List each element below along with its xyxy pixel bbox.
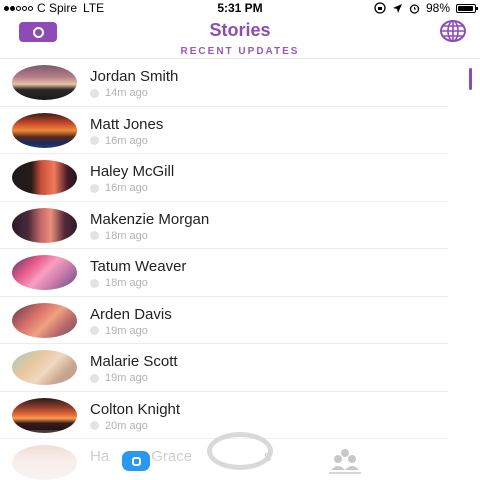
story-name: Makenzie Morgan [90,210,210,228]
status-dot-icon [90,373,99,383]
story-time: 16m ago [105,134,148,147]
story-name-middle: Grace [151,448,193,465]
status-dot-icon [90,88,99,98]
rotation-lock-icon [374,2,386,14]
status-dot-icon [90,231,99,240]
story-thumbnail[interactable] [12,445,77,480]
story-meta: 18m ago [90,277,148,289]
story-meta: 19m ago [90,372,148,384]
section-heading: RECENT UPDATES [180,46,300,57]
story-name-start: Ha [90,448,110,465]
story-row[interactable]: Colton Knight 20m ago [0,392,448,439]
story-row[interactable]: Arden Davis 19m ago [0,297,448,344]
story-row[interactable]: Malarie Scott 19m ago [0,344,448,392]
status-dot-icon [90,421,99,430]
chat-bubble-icon [131,456,141,466]
alarm-icon [409,3,420,14]
page-title: Stories [209,20,271,40]
location-arrow-icon [392,3,402,13]
friends-icon[interactable] [327,446,363,474]
battery-icon [456,3,478,13]
story-name: Malarie Scott [90,353,178,370]
story-row[interactable]: Jordan Smith 14m ago [0,59,448,107]
story-meta: 16m ago [90,135,148,147]
story-thumbnail[interactable] [12,302,77,338]
capture-button-icon[interactable] [207,432,273,470]
story-meta: 18m ago [90,230,148,242]
story-thumbnail[interactable] [12,65,77,100]
status-dot-icon [90,136,99,145]
story-meta: 20m ago [90,420,148,432]
scrollbar[interactable] [469,68,472,90]
story-time: 20m ago [105,419,148,432]
story-name: Jordan Smith [90,68,179,85]
story-meta: 19m ago [90,325,148,337]
chat-icon[interactable] [122,451,150,471]
story-time: 14m ago [105,87,148,99]
story-thumbnail[interactable] [12,397,77,433]
story-row[interactable]: Haley McGill 16m ago [0,154,448,202]
story-time: 16m ago [105,182,148,194]
story-name: Colton Knight [90,400,181,418]
story-thumbnail[interactable] [12,160,77,195]
status-icons: 98% [374,1,478,15]
story-thumbnail[interactable] [12,112,77,148]
story-time: 19m ago [105,324,148,337]
stories-header: Stories [0,16,480,46]
story-thumbnail[interactable] [12,207,77,243]
story-time: 19m ago [105,372,148,384]
story-time: 18m ago [105,277,148,289]
status-dot-icon [90,278,99,288]
story-thumbnail[interactable] [12,255,77,290]
story-list: Jordan Smith 14m ago Matt Jones 16m ago … [0,59,448,480]
story-name: Matt Jones [90,115,164,133]
status-dot-icon [90,326,99,335]
story-name: Arden Davis [90,305,172,323]
story-thumbnail[interactable] [12,350,77,385]
story-meta: 14m ago [90,87,148,99]
story-time: 18m ago [105,229,148,242]
story-name: Haley McGill [90,163,175,180]
battery-percent: 98% [425,1,450,15]
status-bar: C Spire LTE 5:31 PM 98% [0,0,480,16]
globe-icon[interactable] [440,20,466,42]
story-meta: 16m ago [90,182,148,194]
story-row[interactable]: Makenzie Morgan 18m ago [0,202,448,249]
story-name: Tatum Weaver [90,258,187,275]
story-row[interactable]: Tatum Weaver 18m ago [0,249,448,297]
status-dot-icon [90,183,99,193]
story-row[interactable]: Matt Jones 16m ago [0,107,448,154]
